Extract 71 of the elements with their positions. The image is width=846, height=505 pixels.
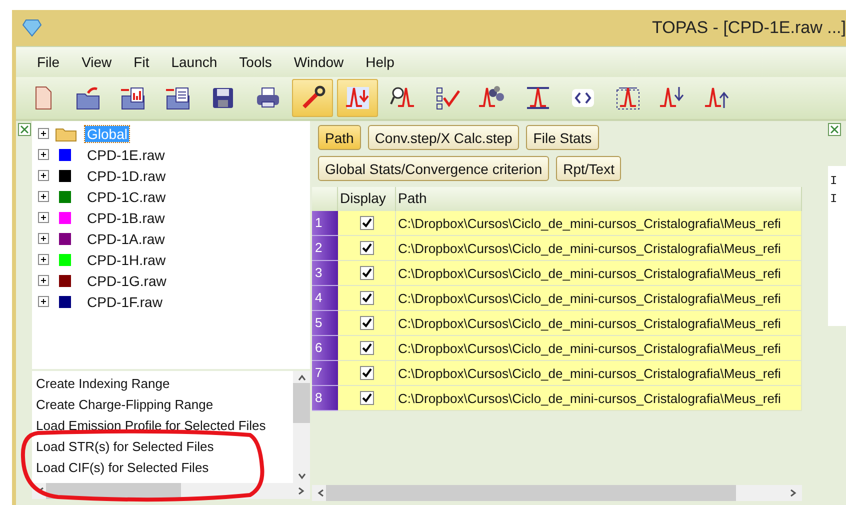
display-checkbox[interactable] <box>360 291 374 305</box>
table-cell-text: C:\Dropbox\Cursos\Ciclo_de_mini-cursos_Cristalografia\Meus_refi <box>397 216 781 230</box>
text-line: I <box>830 174 838 190</box>
table-cell-text: C:\Dropbox\Cursos\Ciclo_de_mini-cursos_Cristalografia\Meus_refi <box>397 390 781 406</box>
menu-item[interactable]: View <box>70 54 123 70</box>
view-button[interactable]: Rpt/Text <box>556 156 622 181</box>
table-scrollbar[interactable] <box>312 485 802 501</box>
expand-icon[interactable] <box>38 296 49 307</box>
row-number: 8 <box>312 386 338 411</box>
display-checkbox[interactable] <box>360 341 374 355</box>
list-item[interactable]: Create Charge-Flipping Range <box>36 394 293 415</box>
expand-icon[interactable] <box>38 128 49 139</box>
table-cell-text: C:\Dropbox\Cursos\Ciclo_de_mini-cursos_Cristalografia\Meus_refi <box>397 316 781 330</box>
display-checkbox[interactable] <box>360 266 374 280</box>
display-checkbox[interactable] <box>360 366 374 380</box>
tree-item[interactable]: CPD-1C.raw <box>85 188 168 204</box>
tree-item[interactable]: CPD-1G.raw <box>85 272 168 288</box>
menu-item[interactable]: Help <box>354 54 406 70</box>
vertical-scrollbar[interactable] <box>293 371 310 483</box>
expand-icon[interactable] <box>38 275 49 286</box>
column-header[interactable]: Path <box>396 187 802 211</box>
view-button[interactable]: Conv.step/X Calc.step <box>368 125 520 150</box>
view-button[interactable]: Path <box>318 125 361 150</box>
view-button[interactable]: File Stats <box>526 125 599 150</box>
table-cell-text: C:\Dropbox\Cursos\Ciclo_de_mini-cursos_Cristalografia\Meus_refi <box>397 366 781 380</box>
display-checkbox[interactable] <box>360 241 374 255</box>
view-button[interactable]: Global Stats/Convergence criterion <box>318 156 550 181</box>
row-number: 7 <box>312 361 338 386</box>
tree-item[interactable]: CPD-1D.raw <box>85 168 168 184</box>
row-number: 2 <box>312 236 338 261</box>
tree-item[interactable]: CPD-1E.raw <box>85 146 167 162</box>
display-checkbox[interactable] <box>360 391 374 405</box>
list-item[interactable]: Load STR(s) for Selected Files <box>36 436 293 457</box>
table-cell-text: C:\Dropbox\Cursos\Ciclo_de_mini-cursos_Cristalografia\Meus_refi <box>397 290 781 306</box>
table-cell-text: C:\Dropbox\Cursos\Ciclo_de_mini-cursos_Cristalografia\Meus_refi <box>397 340 781 356</box>
row-number: 3 <box>312 261 338 286</box>
expand-icon[interactable] <box>38 233 49 244</box>
table-cell-text: C:\Dropbox\Cursos\Ciclo_de_mini-cursos_Cristalografia\Meus_refi <box>397 240 781 256</box>
expand-icon[interactable] <box>38 191 49 202</box>
list-item[interactable]: Create Indexing Range <box>36 373 293 394</box>
expand-icon[interactable] <box>38 170 49 181</box>
toolbar-button[interactable] <box>292 79 333 117</box>
display-checkbox[interactable] <box>360 316 374 330</box>
header-corner <box>312 187 338 211</box>
tree-item[interactable]: CPD-1A.raw <box>85 230 167 246</box>
diamond-icon <box>22 19 42 37</box>
row-number: 1 <box>312 211 338 236</box>
tree-item[interactable]: CPD-1B.raw <box>85 210 167 226</box>
table-cell-text: C:\Dropbox\Cursos\Ciclo_de_mini-cursos_Cristalografia\Meus_refi <box>397 266 781 280</box>
menu-item[interactable]: Fit <box>122 54 160 70</box>
row-number: 6 <box>312 336 338 361</box>
expand-icon[interactable] <box>38 212 49 223</box>
text-line: I <box>830 192 838 208</box>
window-title: TOPAS - [CPD-1E.raw ...] <box>652 18 846 38</box>
display-checkbox[interactable] <box>360 216 374 230</box>
column-header[interactable]: Display <box>338 187 396 211</box>
list-item[interactable]: Load Emission Profile for Selected Files <box>36 415 293 436</box>
expand-icon[interactable] <box>38 149 49 160</box>
tree-item[interactable]: CPD-1F.raw <box>85 294 164 310</box>
menu-item[interactable]: File <box>26 54 71 70</box>
close-icon[interactable] <box>18 123 30 136</box>
menu-item[interactable]: Window <box>282 54 355 70</box>
menu-item[interactable]: Tools <box>228 54 283 70</box>
row-number: 5 <box>312 311 338 336</box>
row-number: 4 <box>312 286 338 311</box>
expand-icon[interactable] <box>38 254 49 265</box>
menu-item[interactable]: Launch <box>160 54 228 70</box>
folder-icon <box>55 126 77 142</box>
tree-item[interactable]: CPD-1H.raw <box>85 252 168 268</box>
list-item[interactable]: Load CIF(s) for Selected Files <box>36 457 293 478</box>
close-icon[interactable] <box>828 123 841 136</box>
